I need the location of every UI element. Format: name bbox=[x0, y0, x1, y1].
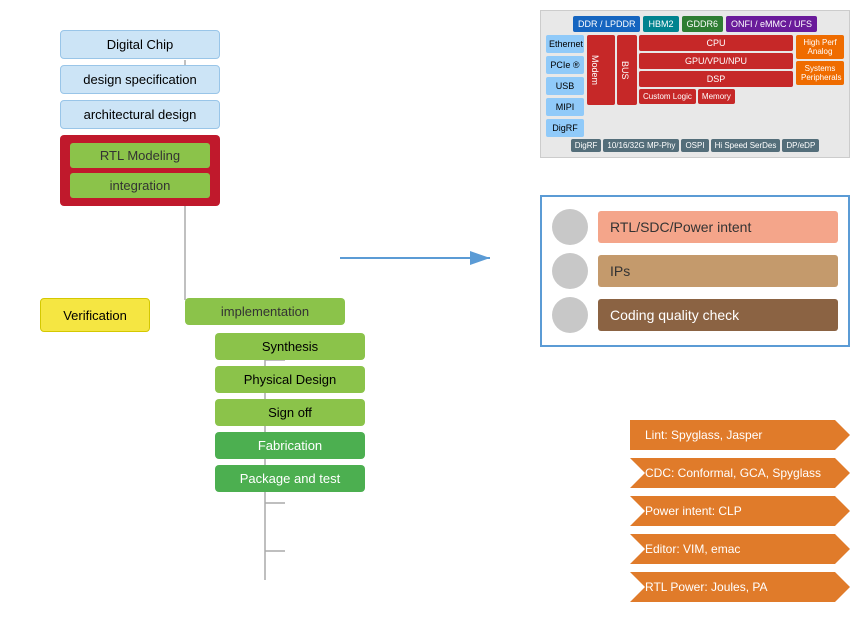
soc-ospi: OSPI bbox=[681, 139, 708, 152]
arrows-column: Lint: Spyglass, Jasper CDC: Conformal, G… bbox=[630, 420, 850, 602]
soc-cpu: CPU bbox=[639, 35, 793, 51]
soc-gpu: GPU/VPU/NPU bbox=[639, 53, 793, 69]
soc-ethernet: Ethernet bbox=[546, 35, 584, 53]
arrow-rtl-power: RTL Power: Joules, PA bbox=[630, 572, 850, 602]
integration-box: integration bbox=[70, 173, 210, 198]
verification-box: Verification bbox=[40, 298, 150, 332]
fabrication-box: Fabrication bbox=[215, 432, 365, 459]
soc-right-stack: CPU GPU/VPU/NPU DSP Custom Logic Memory bbox=[639, 35, 793, 105]
digital-chip-box: Digital Chip bbox=[60, 30, 220, 59]
soc-dp: DP/eDP bbox=[782, 139, 819, 152]
rtl-circle-2 bbox=[552, 253, 588, 289]
rtl-row-1: RTL/SDC/Power intent bbox=[552, 209, 838, 245]
soc-memory: Memory bbox=[698, 89, 735, 104]
implementation-steps: Synthesis Physical Design Sign off Fabri… bbox=[215, 333, 365, 492]
soc-bottom-row: DigRF 10/16/32G MP-Phy OSPI Hi Speed Ser… bbox=[546, 139, 844, 152]
soc-bus: BUS bbox=[617, 35, 637, 105]
soc-mipi: MIPI bbox=[546, 98, 584, 116]
soc-hbm2: HBM2 bbox=[643, 16, 678, 32]
soc-gddr6: GDDR6 bbox=[682, 16, 724, 32]
left-flow: Digital Chip design specification archit… bbox=[60, 30, 220, 206]
rtl-outer-box: RTL Modeling integration bbox=[60, 135, 220, 206]
implementation-header: implementation bbox=[185, 298, 345, 325]
soc-cpu-row: Modem BUS CPU GPU/VPU/NPU DSP Custom Log… bbox=[587, 35, 793, 105]
soc-center: Modem BUS CPU GPU/VPU/NPU DSP Custom Log… bbox=[587, 35, 793, 137]
soc-custom: Custom Logic bbox=[639, 89, 696, 104]
arch-design-box: architectural design bbox=[60, 100, 220, 129]
arrow-power-intent: Power intent: CLP bbox=[630, 496, 850, 526]
arrow-editor: Editor: VIM, emac bbox=[630, 534, 850, 564]
soc-mpphy: 10/16/32G MP-Phy bbox=[603, 139, 679, 152]
soc-onfi: ONFI / eMMC / UFS bbox=[726, 16, 817, 32]
soc-ddr: DDR / LPDDR bbox=[573, 16, 641, 32]
soc-usb: USB bbox=[546, 77, 584, 95]
rtl-item3: Coding quality check bbox=[598, 299, 838, 331]
soc-hispeed: Hi Speed SerDes bbox=[711, 139, 781, 152]
rtl-circle-3 bbox=[552, 297, 588, 333]
soc-left-labels: Ethernet PCIe ® USB MIPI DigRF bbox=[546, 35, 584, 137]
soc-main-grid: Ethernet PCIe ® USB MIPI DigRF Modem BUS… bbox=[546, 35, 844, 137]
soc-top-row: DDR / LPDDR HBM2 GDDR6 ONFI / eMMC / UFS bbox=[546, 16, 844, 32]
soc-highperf: High Perf Analog bbox=[796, 35, 844, 59]
rtl-circle-1 bbox=[552, 209, 588, 245]
design-spec-box: design specification bbox=[60, 65, 220, 94]
rtl-item2: IPs bbox=[598, 255, 838, 287]
synthesis-box: Synthesis bbox=[215, 333, 365, 360]
soc-pcie: PCIe ® bbox=[546, 56, 584, 74]
signoff-box: Sign off bbox=[215, 399, 365, 426]
rtl-row-2: IPs bbox=[552, 253, 838, 289]
arrow-cdc: CDC: Conformal, GCA, Spyglass bbox=[630, 458, 850, 488]
rtl-modeling-box: RTL Modeling bbox=[70, 143, 210, 168]
rtl-item1: RTL/SDC/Power intent bbox=[598, 211, 838, 243]
rtl-row-3: Coding quality check bbox=[552, 297, 838, 333]
soc-systems: Systems Peripherals bbox=[796, 61, 844, 85]
soc-bottom-chips: Custom Logic Memory bbox=[639, 89, 793, 104]
soc-right-side: High Perf Analog Systems Peripherals bbox=[796, 35, 844, 137]
physical-design-box: Physical Design bbox=[215, 366, 365, 393]
soc-modem: Modem bbox=[587, 35, 615, 105]
soc-dsp: DSP bbox=[639, 71, 793, 87]
package-test-box: Package and test bbox=[215, 465, 365, 492]
soc-digrf2: DigRF bbox=[571, 139, 602, 152]
arrow-lint: Lint: Spyglass, Jasper bbox=[630, 420, 850, 450]
soc-digrf: DigRF bbox=[546, 119, 584, 137]
rtl-panel: RTL/SDC/Power intent IPs Coding quality … bbox=[540, 195, 850, 347]
soc-diagram: DDR / LPDDR HBM2 GDDR6 ONFI / eMMC / UFS… bbox=[540, 10, 850, 158]
